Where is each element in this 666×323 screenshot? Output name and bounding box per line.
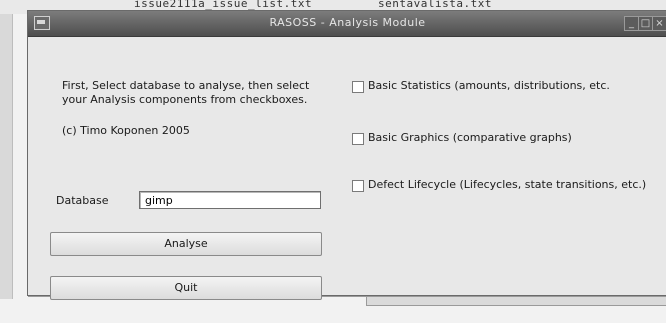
analyse-button[interactable]: Analyse <box>50 232 322 256</box>
title-bar[interactable]: RASOSS - Analysis Module _ □ × <box>28 11 666 37</box>
window-title: RASOSS - Analysis Module <box>269 16 426 29</box>
instructions-line-2: your Analysis components from checkboxes… <box>62 93 308 106</box>
analysis-module-window: RASOSS - Analysis Module _ □ × First, Se… <box>27 10 666 300</box>
basic-graphics-checkbox[interactable] <box>352 133 364 145</box>
defect-lifecycle-checkbox[interactable] <box>352 180 364 192</box>
quit-button[interactable]: Quit <box>50 276 322 300</box>
basic-graphics-label: Basic Graphics (comparative graphs) <box>368 131 572 144</box>
maximize-button[interactable]: □ <box>638 16 653 31</box>
background-file-label: issue2111a_issue_list.txt <box>134 0 313 10</box>
background-window-edge <box>0 14 13 299</box>
instructions-line-1: First, Select database to analyse, then … <box>62 79 310 92</box>
database-label: Database <box>56 194 109 207</box>
background-file-label: sentavalista.txt <box>378 0 492 10</box>
database-input[interactable]: gimp <box>139 191 321 209</box>
basic-statistics-checkbox[interactable] <box>352 81 364 93</box>
window-content: First, Select database to analyse, then … <box>28 37 666 300</box>
defect-lifecycle-label: Defect Lifecycle (Lifecycles, state tran… <box>368 178 647 191</box>
basic-statistics-label: Basic Statistics (amounts, distributions… <box>368 79 610 92</box>
copyright-text: (c) Timo Koponen 2005 <box>62 124 190 137</box>
close-button[interactable]: × <box>652 16 666 31</box>
minimize-button[interactable]: _ <box>624 16 639 31</box>
